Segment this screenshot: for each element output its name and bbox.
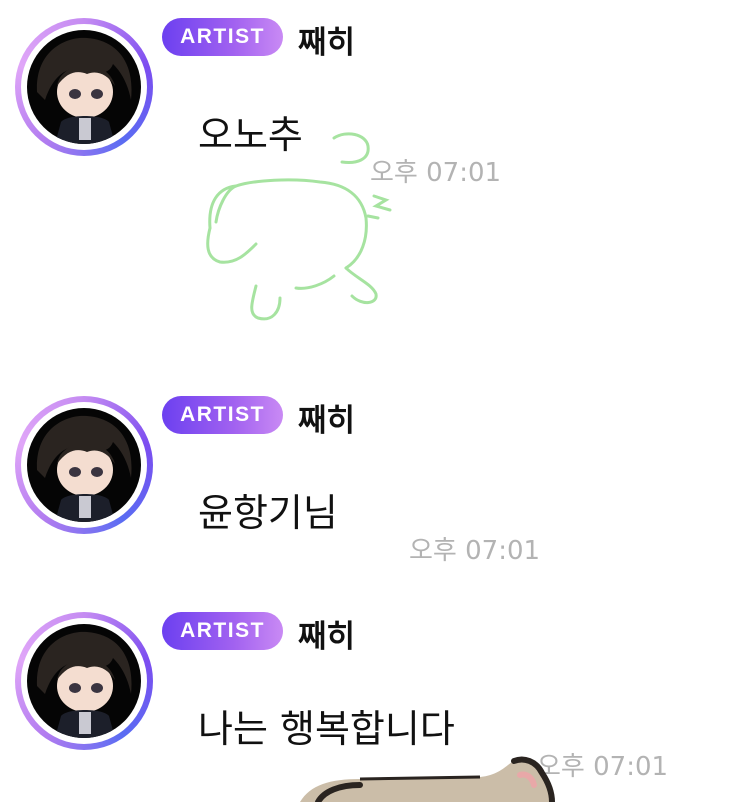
artist-badge: ARTIST [162,18,283,56]
message-time: 오후 07:01 [409,536,541,566]
message-time: 오후 07:01 [370,158,502,188]
sender-name[interactable]: 째히 [298,611,355,656]
sticker-image[interactable] [300,755,560,802]
artist-badge: ARTIST [162,396,283,434]
artist-badge: ARTIST [162,612,283,650]
sender-name[interactable]: 째히 [298,17,355,62]
avatar[interactable] [15,612,153,750]
message-text: 나는 행복합니다 [198,707,455,751]
avatar[interactable] [15,18,153,156]
avatar[interactable] [15,396,153,534]
message-text: 윤항기님 [198,491,338,535]
sticker-image[interactable] [196,118,396,328]
sender-name[interactable]: 째히 [298,395,355,440]
